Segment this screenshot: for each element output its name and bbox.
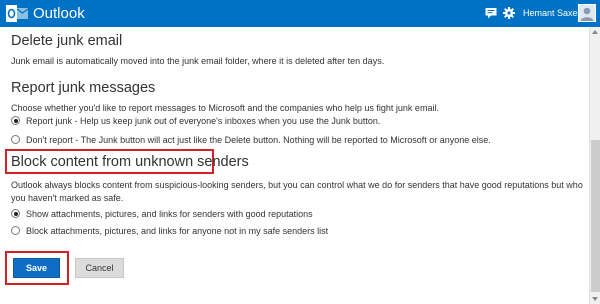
block-content-title: Block content from unknown senders [11,154,249,170]
chat-icon[interactable] [485,7,497,19]
report-junk-option[interactable]: Report junk - Help us keep junk out of e… [11,114,380,127]
top-bar: Outlook Hemant Saxena [0,0,600,27]
person-icon [580,7,594,21]
report-junk-title: Report junk messages [11,80,156,96]
scrollbar-thumb[interactable] [591,140,600,292]
show-attachments-label: Show attachments, pictures, and links fo… [26,208,313,219]
cancel-button[interactable]: Cancel [75,258,124,278]
gear-icon[interactable] [503,7,515,19]
avatar[interactable] [578,4,596,22]
scroll-up-icon[interactable] [592,30,598,34]
block-content-description: Outlook always blocks content from suspi… [11,180,583,203]
block-attachments-label: Block attachments, pictures, and links f… [26,225,329,236]
show-attachments-option[interactable]: Show attachments, pictures, and links fo… [11,207,313,220]
dont-report-option[interactable]: Don't report - The Junk button will act … [11,133,491,146]
delete-junk-title: Delete junk email [11,33,123,49]
dont-report-label: Don't report - The Junk button will act … [26,134,491,145]
block-attachments-radio[interactable] [11,226,20,235]
outlook-logo-icon[interactable] [6,4,28,23]
brand-title[interactable]: Outlook [33,5,85,22]
report-junk-radio[interactable] [11,116,20,125]
show-attachments-radio[interactable] [11,209,20,218]
delete-junk-description: Junk email is automatically moved into t… [11,56,385,66]
scroll-down-icon[interactable] [592,297,598,301]
scrollbar[interactable] [589,27,600,304]
save-button[interactable]: Save [13,258,60,278]
dont-report-radio[interactable] [11,135,20,144]
block-attachments-option[interactable]: Block attachments, pictures, and links f… [11,224,328,237]
report-junk-label: Report junk - Help us keep junk out of e… [26,115,381,126]
